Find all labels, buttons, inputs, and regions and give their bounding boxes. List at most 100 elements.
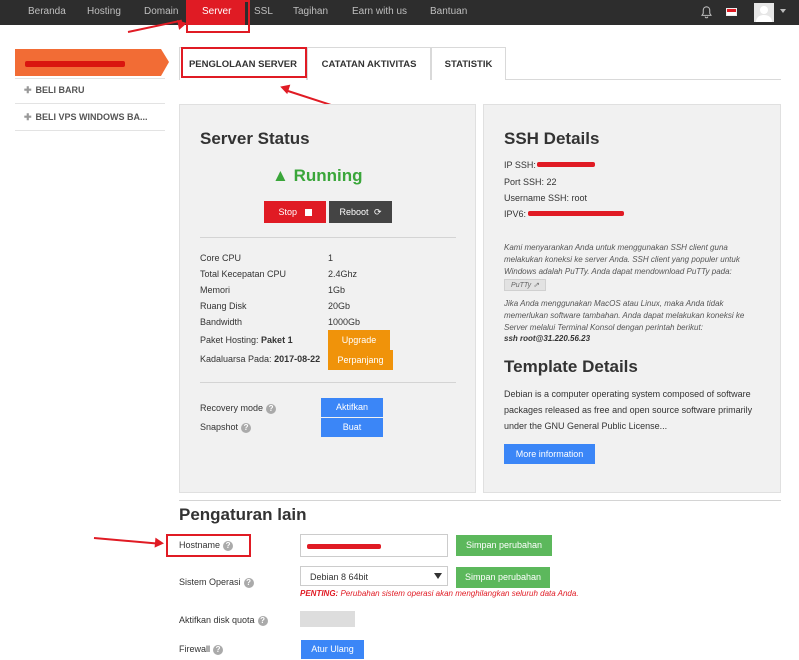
buat-button[interactable]: Buat xyxy=(321,418,383,437)
disk-quota-toggle[interactable] xyxy=(300,611,355,627)
sidebar-item-beli-baru[interactable]: ✚ BELI BARU xyxy=(24,85,85,96)
paket-hosting: Paket Hosting: Paket 1 xyxy=(200,335,293,345)
highlight-tab xyxy=(181,47,307,78)
spec-label: Core CPU xyxy=(200,253,242,263)
putty-link[interactable]: PuTTy ⇗ xyxy=(504,279,546,291)
help-icon[interactable]: ? xyxy=(266,403,277,414)
perpanjang-button[interactable]: Perpanjang xyxy=(328,350,393,370)
sidebar-active-item[interactable] xyxy=(15,49,161,76)
sidebar-item-label: BELI BARU xyxy=(35,85,85,95)
quota-label: Aktifkan disk quota xyxy=(179,615,255,625)
pengaturan-title: Pengaturan lain xyxy=(179,505,307,524)
nav-earn[interactable]: Earn with us xyxy=(352,0,407,25)
template-description: Debian is a computer operating system co… xyxy=(504,389,753,431)
redaction xyxy=(537,162,595,167)
arrow-head xyxy=(177,18,188,30)
os-warning: PENTING: Perubahan sistem operasi akan m… xyxy=(300,589,579,598)
nav-tagihan[interactable]: Tagihan xyxy=(293,0,328,25)
os-label: Sistem Operasi xyxy=(179,577,241,587)
divider xyxy=(200,237,456,238)
spec-label: Total Kecepatan CPU xyxy=(200,269,287,279)
spec-value: 20Gb xyxy=(328,301,351,311)
spec-value: 1 xyxy=(328,253,334,263)
running-label: Running xyxy=(293,166,363,185)
plus-icon: ✚ xyxy=(24,112,32,122)
tab-catatan-aktivitas[interactable]: CATATAN AKTIVITAS xyxy=(307,47,431,80)
port-ssh: Port SSH: 22 xyxy=(504,177,557,187)
help-icon[interactable]: ? xyxy=(213,644,224,655)
firewall-label-wrap: Firewall? xyxy=(179,644,224,655)
ipv6: IPV6: xyxy=(504,209,526,219)
triangle-up-icon: ▲ xyxy=(272,166,289,185)
external-link-icon: ⇗ xyxy=(531,282,539,289)
stop-button[interactable]: Stop xyxy=(264,201,326,223)
ipv6-label: IPV6: xyxy=(504,209,527,219)
sidebar-item-label: BELI VPS WINDOWS BA... xyxy=(35,112,148,122)
save-os-button[interactable]: Simpan perubahan xyxy=(456,567,550,588)
sidebar-active-arrow xyxy=(161,49,169,76)
redaction xyxy=(528,211,624,216)
os-select-value: Debian 8 64bit xyxy=(310,572,369,582)
os-label-wrap: Sistem Operasi? xyxy=(179,577,254,588)
divider xyxy=(200,382,456,383)
aktifkan-button[interactable]: Aktifkan xyxy=(321,398,383,417)
server-running-status: ▲ Running xyxy=(272,166,362,186)
spec-value: 1Gb xyxy=(328,285,346,295)
os-select[interactable]: Debian 8 64bit xyxy=(300,566,448,586)
spec-value: 2.4Ghz xyxy=(328,269,358,279)
ssh-note-windows: Kami menyarankan Anda untuk menggunakan … xyxy=(504,243,740,276)
bell-icon[interactable] xyxy=(700,6,713,19)
hostname-input[interactable] xyxy=(300,534,448,557)
help-icon[interactable]: ? xyxy=(243,577,254,588)
sidebar-divider xyxy=(15,130,165,131)
highlight-hostname xyxy=(166,534,251,557)
ssh-note-mac: Jika Anda menggunakan MacOS atau Linux, … xyxy=(504,299,745,332)
plus-icon: ✚ xyxy=(24,85,32,95)
recovery-mode: Recovery mode? xyxy=(200,403,277,414)
tab-statistik[interactable]: STATISTIK xyxy=(431,47,506,80)
sidebar-item-beli-vps[interactable]: ✚ BELI VPS WINDOWS BA... xyxy=(24,112,148,123)
kadaluarsa-label: Kadaluarsa Pada: xyxy=(200,354,272,364)
reboot-button[interactable]: Reboot ⟳ xyxy=(329,201,392,223)
nav-bantuan[interactable]: Bantuan xyxy=(430,0,467,25)
warning-prefix: PENTING: xyxy=(300,589,339,598)
ssh-details-title: SSH Details xyxy=(504,129,600,148)
nav-beranda[interactable]: Beranda xyxy=(28,0,66,25)
stop-label: Stop xyxy=(278,207,297,217)
stop-icon xyxy=(304,209,312,217)
spec-label: Memori xyxy=(200,285,231,295)
sidebar-divider xyxy=(15,103,165,104)
kadaluarsa-value: 2017-08-22 xyxy=(274,354,321,364)
save-hostname-button[interactable]: Simpan perubahan xyxy=(456,535,552,556)
caret-down-icon xyxy=(434,573,442,579)
ip-ssh-label: IP SSH: xyxy=(504,160,536,170)
paket-value: Paket 1 xyxy=(261,335,293,345)
nav-ssl[interactable]: SSL xyxy=(254,0,273,25)
avatar-dropdown-icon[interactable] xyxy=(780,9,786,13)
spec-label: Bandwidth xyxy=(200,317,243,327)
highlight-server-nav xyxy=(186,0,250,33)
kadaluarsa: Kadaluarsa Pada: 2017-08-22 xyxy=(200,354,320,364)
server-status-title: Server Status xyxy=(200,129,310,148)
firewall-label: Firewall xyxy=(179,644,211,654)
snapshot-label: Snapshot xyxy=(200,422,239,432)
atur-ulang-button[interactable]: Atur Ulang xyxy=(301,640,364,659)
top-navbar: Beranda Hosting Domain Server SSL Tagiha… xyxy=(0,0,799,25)
warning-text: Perubahan sistem operasi akan menghilang… xyxy=(340,589,579,598)
recovery-label: Recovery mode xyxy=(200,403,264,413)
avatar[interactable] xyxy=(754,3,774,22)
reboot-label: Reboot xyxy=(339,207,369,217)
spec-value: 1000Gb xyxy=(328,317,361,327)
putty-label: PuTTy xyxy=(511,282,532,289)
help-icon[interactable]: ? xyxy=(257,615,268,626)
quota-label-wrap: Aktifkan disk quota? xyxy=(179,615,268,626)
ip-ssh: IP SSH: xyxy=(504,160,536,170)
upgrade-button[interactable]: Upgrade xyxy=(328,330,390,350)
flag-icon[interactable] xyxy=(726,8,737,16)
snapshot: Snapshot? xyxy=(200,422,252,433)
sidebar-divider xyxy=(15,78,165,79)
help-icon[interactable]: ? xyxy=(241,422,252,433)
nav-hosting[interactable]: Hosting xyxy=(87,0,121,25)
username-ssh: Username SSH: root xyxy=(504,193,588,203)
more-information-button[interactable]: More information xyxy=(504,444,595,464)
